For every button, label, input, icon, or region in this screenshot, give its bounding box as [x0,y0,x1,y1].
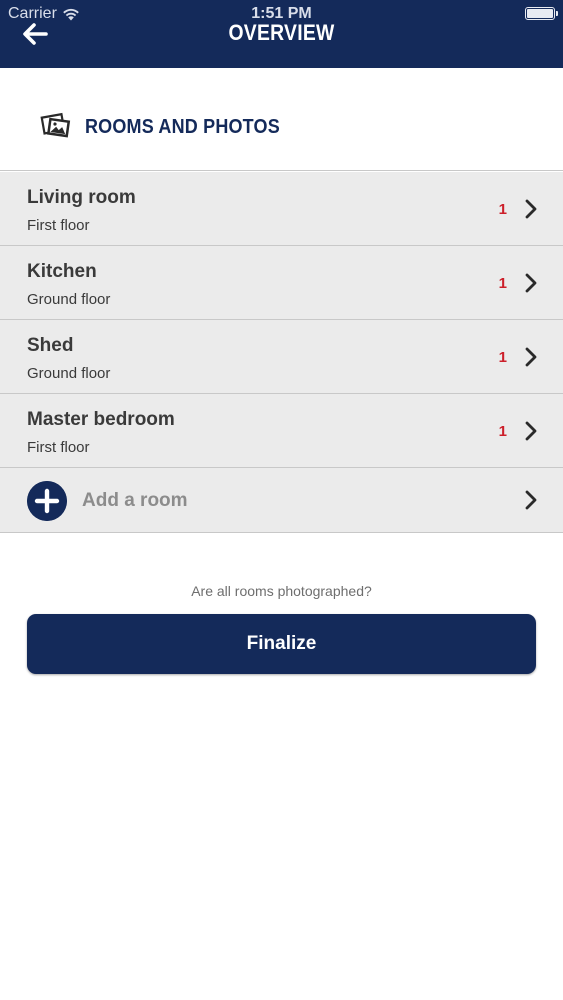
chevron-right-icon [525,199,537,219]
nav-header: Carrier 1:51 PM OVERVIEW [0,0,563,68]
photo-count-badge: 1 [498,275,507,292]
room-floor: First floor [27,217,90,234]
battery-icon [525,7,558,20]
room-row[interactable]: Kitchen Ground floor 1 [0,246,563,320]
photo-count-badge: 1 [498,423,507,440]
room-name: Master bedroom [27,409,175,430]
add-room-label: Add a room [82,490,188,511]
chevron-right-icon [525,273,537,293]
room-floor: Ground floor [27,365,111,382]
photo-count-badge: 1 [498,349,507,366]
room-floor: Ground floor [27,291,111,308]
finalize-button[interactable]: Finalize [27,614,536,674]
chevron-right-icon [525,421,537,441]
add-room-button[interactable]: Add a room [0,468,563,533]
room-name: Kitchen [27,261,97,282]
room-list: Living room First floor 1 Kitchen Ground… [0,172,563,533]
room-name: Living room [27,187,136,208]
chevron-right-icon [525,347,537,367]
photo-count-badge: 1 [498,201,507,218]
plus-circle-icon [27,481,67,521]
room-row[interactable]: Shed Ground floor 1 [0,320,563,394]
room-row[interactable]: Master bedroom First floor 1 [0,394,563,468]
room-floor: First floor [27,439,90,456]
photos-icon [40,112,71,138]
room-row[interactable]: Living room First floor 1 [0,172,563,246]
section-title: ROOMS AND PHOTOS [85,116,280,138]
room-name: Shed [27,335,74,356]
completion-question: Are all rooms photographed? [191,583,372,599]
chevron-right-icon [525,490,537,510]
rooms-section-header: ROOMS AND PHOTOS [0,68,563,171]
page-title: OVERVIEW [228,20,335,45]
